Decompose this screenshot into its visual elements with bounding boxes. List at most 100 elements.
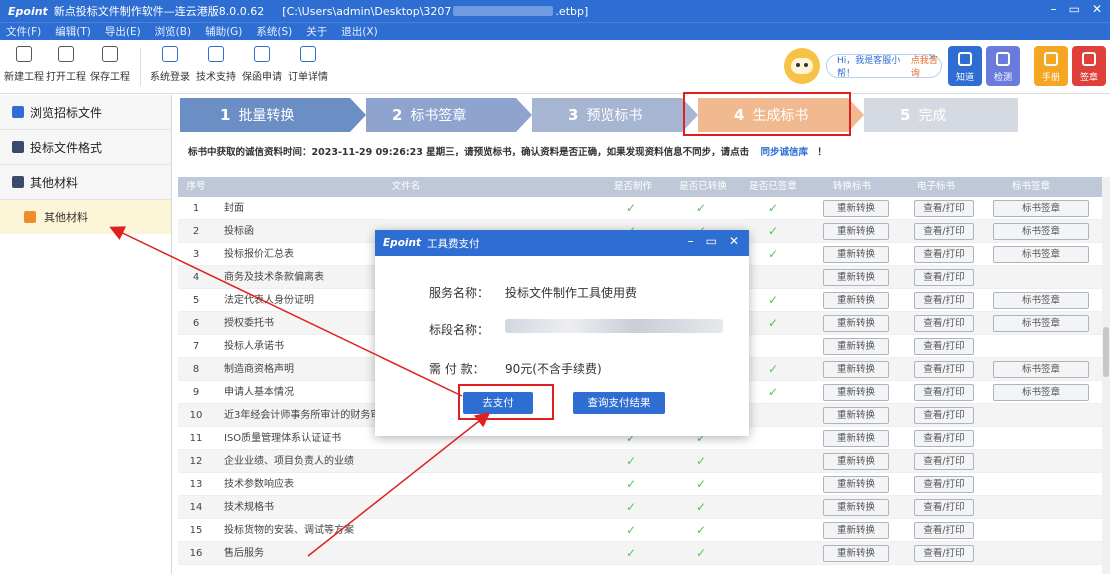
- sidebar-item-browse-tender[interactable]: 浏览招标文件: [0, 95, 171, 130]
- bid-sign-button[interactable]: 标书签章: [993, 200, 1089, 217]
- new-project-button[interactable]: 新建工程: [4, 46, 44, 83]
- table-scrollbar[interactable]: [1102, 177, 1110, 574]
- guarantee-apply-label: 保函申请: [242, 72, 282, 83]
- dialog-restore-icon[interactable]: ▭: [706, 234, 717, 248]
- row-number: 14: [189, 502, 203, 513]
- view-print-button[interactable]: 查看/打印: [914, 453, 974, 470]
- reconvert-button[interactable]: 重新转换: [823, 315, 889, 332]
- reconvert-button[interactable]: 重新转换: [823, 269, 889, 286]
- tech-support-button[interactable]: 技术支持: [196, 46, 236, 83]
- signed-check-icon: ✓: [768, 224, 779, 238]
- view-print-button[interactable]: 查看/打印: [914, 338, 974, 355]
- reconvert-button[interactable]: 重新转换: [823, 384, 889, 401]
- query-payment-button[interactable]: 查询支付结果: [573, 392, 665, 414]
- menu-exit[interactable]: 退出(X): [341, 24, 377, 39]
- view-print-button[interactable]: 查看/打印: [914, 315, 974, 332]
- bubble-close-icon[interactable]: ×: [928, 52, 936, 63]
- bid-sign-button[interactable]: 标书签章: [993, 315, 1089, 332]
- reconvert-button[interactable]: 重新转换: [823, 223, 889, 240]
- made-check-icon: ✓: [626, 500, 637, 514]
- row-number: 2: [192, 226, 200, 237]
- bid-sign-button[interactable]: 标书签章: [993, 361, 1089, 378]
- assistant-avatar[interactable]: [784, 48, 820, 84]
- menu-file[interactable]: 文件(F): [6, 24, 41, 39]
- reconvert-button[interactable]: 重新转换: [823, 499, 889, 516]
- guarantee-apply-button[interactable]: 保函申请: [242, 46, 282, 83]
- step-complete[interactable]: 5 完成: [864, 98, 1018, 132]
- reconvert-button[interactable]: 重新转换: [823, 545, 889, 562]
- knowledge-button[interactable]: 知道: [948, 46, 982, 86]
- reconvert-button[interactable]: 重新转换: [823, 292, 889, 309]
- reconvert-button[interactable]: 重新转换: [823, 453, 889, 470]
- reconvert-button[interactable]: 重新转换: [823, 200, 889, 217]
- row-number: 11: [189, 433, 203, 444]
- view-print-button[interactable]: 查看/打印: [914, 407, 974, 424]
- view-print-button[interactable]: 查看/打印: [914, 476, 974, 493]
- view-print-button[interactable]: 查看/打印: [914, 200, 974, 217]
- sidebar-subitem-other-materials[interactable]: 其他材料: [0, 200, 171, 234]
- table-row[interactable]: 16 售后服务 ✓ ✓ 重新转换 查看/打印: [178, 542, 1103, 565]
- assistant-bubble[interactable]: Hi，我是客服小帮！ 点我咨询 ×: [826, 52, 942, 79]
- reconvert-button[interactable]: 重新转换: [823, 522, 889, 539]
- menu-export[interactable]: 导出(E): [105, 24, 141, 39]
- view-print-button[interactable]: 查看/打印: [914, 269, 974, 286]
- reconvert-button[interactable]: 重新转换: [823, 407, 889, 424]
- bid-sign-button[interactable]: 标书签章: [993, 246, 1089, 263]
- view-print-button[interactable]: 查看/打印: [914, 223, 974, 240]
- step-number: 3: [568, 106, 579, 124]
- edit-icon: [12, 141, 24, 153]
- detect-button[interactable]: 检测: [986, 46, 1020, 86]
- open-project-button[interactable]: 打开工程: [46, 46, 86, 83]
- step-sign-bid[interactable]: 2 标书签章: [366, 98, 516, 132]
- menu-about[interactable]: 关于: [306, 24, 327, 39]
- manual-button[interactable]: 手册: [1034, 46, 1068, 86]
- table-row[interactable]: 15 投标货物的安装、调试等方案 ✓ ✓ 重新转换 查看/打印: [178, 519, 1103, 542]
- row-number: 15: [189, 525, 203, 536]
- view-print-button[interactable]: 查看/打印: [914, 430, 974, 447]
- menu-edit[interactable]: 编辑(T): [55, 24, 91, 39]
- table-row[interactable]: 13 技术参数响应表 ✓ ✓ 重新转换 查看/打印: [178, 473, 1103, 496]
- view-print-button[interactable]: 查看/打印: [914, 246, 974, 263]
- menu-system[interactable]: 系统(S): [256, 24, 292, 39]
- dialog-minimize-icon[interactable]: –: [688, 234, 694, 248]
- converted-check-icon: ✓: [696, 523, 707, 537]
- view-print-button[interactable]: 查看/打印: [914, 361, 974, 378]
- dialog-close-icon[interactable]: ✕: [729, 234, 739, 248]
- reconvert-button[interactable]: 重新转换: [823, 361, 889, 378]
- view-print-button[interactable]: 查看/打印: [914, 384, 974, 401]
- row-number: 4: [192, 272, 200, 283]
- order-details-button[interactable]: 订单详情: [288, 46, 328, 83]
- table-row[interactable]: 1 封面 ✓ ✓ ✓ 重新转换 查看/打印 标书签章: [178, 197, 1103, 220]
- consult-link[interactable]: 点我咨询: [911, 53, 941, 79]
- save-project-button[interactable]: 保存工程: [90, 46, 130, 83]
- sidebar-item-bid-format[interactable]: 投标文件格式: [0, 130, 171, 165]
- restore-icon[interactable]: ▭: [1069, 2, 1080, 16]
- step-preview-bid[interactable]: 3 预览标书: [532, 98, 682, 132]
- save-project-label: 保存工程: [90, 72, 130, 83]
- signed-check-icon: ✓: [768, 362, 779, 376]
- close-icon[interactable]: ✕: [1092, 2, 1102, 16]
- view-print-button[interactable]: 查看/打印: [914, 522, 974, 539]
- table-row[interactable]: 12 企业业绩、项目负责人的业绩 ✓ ✓ 重新转换 查看/打印: [178, 450, 1103, 473]
- reconvert-button[interactable]: 重新转换: [823, 476, 889, 493]
- signature-button[interactable]: 签章: [1072, 46, 1106, 86]
- view-print-button[interactable]: 查看/打印: [914, 545, 974, 562]
- step-batch-convert[interactable]: 1 批量转换: [180, 98, 350, 132]
- row-filename: 企业业绩、项目负责人的业绩: [224, 456, 354, 467]
- manual-label: 手册: [1041, 73, 1060, 83]
- system-login-button[interactable]: 系统登录: [150, 46, 190, 83]
- reconvert-button[interactable]: 重新转换: [823, 246, 889, 263]
- view-print-button[interactable]: 查看/打印: [914, 292, 974, 309]
- table-row[interactable]: 14 技术规格书 ✓ ✓ 重新转换 查看/打印: [178, 496, 1103, 519]
- bid-sign-button[interactable]: 标书签章: [993, 223, 1089, 240]
- reconvert-button[interactable]: 重新转换: [823, 338, 889, 355]
- bid-sign-button[interactable]: 标书签章: [993, 384, 1089, 401]
- reconvert-button[interactable]: 重新转换: [823, 430, 889, 447]
- menu-assist[interactable]: 辅助(G): [205, 24, 242, 39]
- sidebar-item-other-materials[interactable]: 其他材料: [0, 165, 171, 200]
- minimize-icon[interactable]: –: [1051, 2, 1057, 16]
- view-print-button[interactable]: 查看/打印: [914, 499, 974, 516]
- sync-integrity-link[interactable]: 同步诚信库: [760, 147, 808, 158]
- menu-browse[interactable]: 浏览(B): [155, 24, 191, 39]
- bid-sign-button[interactable]: 标书签章: [993, 292, 1089, 309]
